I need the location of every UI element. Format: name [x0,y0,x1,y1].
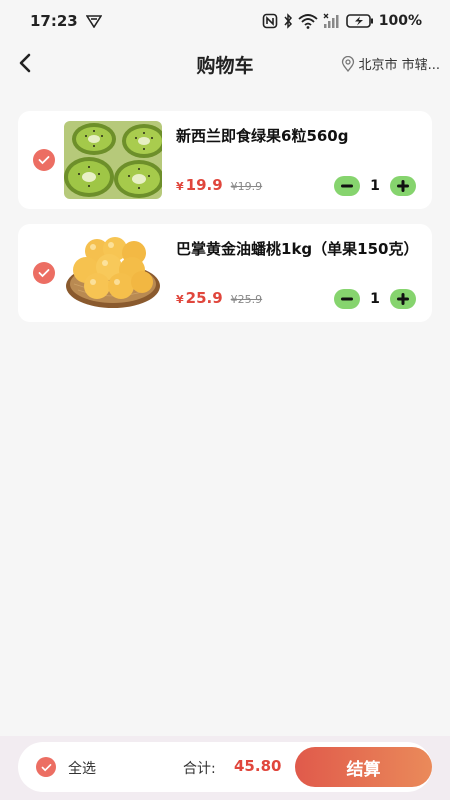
currency-symbol: ¥ [176,293,184,306]
cart-list: 新西兰即食绿果6粒560g ¥19.9 ¥19.9 1 巴掌黄金油蟠桃1kg（单… [18,111,432,337]
location-text: 北京市 市辖... [358,58,440,73]
minus-icon [341,184,353,188]
product-image-flat-peach[interactable] [64,234,162,312]
plus-icon [397,293,409,305]
checkout-bar: 全选 合计: 45.80 结算 [0,736,450,800]
minus-icon [341,297,353,301]
checkmark-icon [41,763,51,771]
price-row: ¥19.9 ¥19.9 [176,176,262,194]
cellular-signal-icon [323,13,341,29]
vpn-shield-icon [85,14,102,28]
select-all-label[interactable]: 全选 [68,758,96,778]
increase-quantity-button[interactable] [390,289,416,309]
plus-icon [397,180,409,192]
price-value: 25.9 [185,289,223,307]
status-left: 17:23 [30,12,102,30]
price-value: 19.9 [185,176,223,194]
status-time: 17:23 [30,12,78,30]
increase-quantity-button[interactable] [390,176,416,196]
currency-symbol: ¥ [176,180,184,193]
status-bar: 17:23 100% [0,0,450,42]
battery-charging-icon [345,14,374,28]
item-select-checkbox[interactable] [33,149,55,171]
checkmark-icon [38,156,50,165]
original-price: ¥25.9 [230,293,263,306]
product-price: ¥19.9 [176,176,223,194]
price-row: ¥25.9 ¥25.9 [176,289,262,307]
total-label: 合计: [183,761,216,777]
product-price: ¥25.9 [176,289,223,307]
app-header: 购物车 北京市 市辖... [0,42,450,86]
decrease-quantity-button[interactable] [334,289,360,309]
quantity-value: 1 [370,178,380,194]
quantity-stepper: 1 [334,289,416,309]
wifi-icon [298,13,318,29]
checkout-button[interactable]: 结算 [295,747,432,787]
decrease-quantity-button[interactable] [334,176,360,196]
location-selector[interactable]: 北京市 市辖... [341,54,440,73]
status-right: 100% [262,13,422,29]
product-name[interactable]: 巴掌黄金油蟠桃1kg（单果150克） [176,238,420,260]
product-image-kiwi[interactable] [64,121,162,199]
quantity-value: 1 [370,291,380,307]
product-name[interactable]: 新西兰即食绿果6粒560g [176,125,420,147]
cart-item: 新西兰即食绿果6粒560g ¥19.9 ¥19.9 1 [18,111,432,209]
nfc-icon [262,13,278,29]
checkmark-icon [38,269,50,278]
original-price: ¥19.9 [230,180,263,193]
select-all-checkbox[interactable] [36,757,56,777]
location-pin-icon [342,55,355,72]
total-value: 45.80 [234,757,282,775]
cart-item: 巴掌黄金油蟠桃1kg（单果150克） ¥25.9 ¥25.9 1 [18,224,432,322]
quantity-stepper: 1 [334,176,416,196]
bluetooth-icon [283,13,293,29]
item-select-checkbox[interactable] [33,262,55,284]
battery-percent: 100% [378,13,422,29]
checkout-bar-inner: 全选 合计: 45.80 结算 [18,742,432,792]
